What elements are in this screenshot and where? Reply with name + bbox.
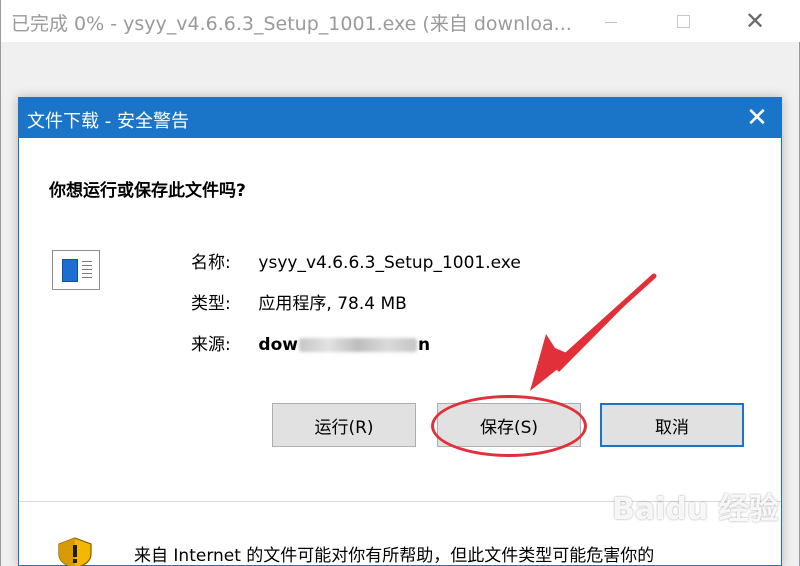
file-name-label: 名称:: [191, 253, 231, 273]
file-name-value: ysyy_v4.6.6.3_Setup_1001.exe: [258, 253, 521, 273]
outer-window-title: 已完成 0% - ysyy_v4.6.6.3_Setup_1001.exe (来…: [11, 13, 572, 35]
file-source-value-end: n: [417, 335, 431, 355]
warning-text: 来自 Internet 的文件可能对你有所帮助，但此文件类型可能危害你的: [134, 546, 655, 566]
minimize-button[interactable]: [581, 0, 641, 42]
file-name-row: 名称: ysyy_v4.6.6.3_Setup_1001.exe: [191, 248, 521, 273]
outer-titlebar: 已完成 0% - ysyy_v4.6.6.3_Setup_1001.exe (来…: [1, 0, 800, 42]
maximize-icon: [676, 14, 690, 28]
dialog-question: 你想运行或保存此文件吗?: [49, 181, 246, 201]
file-source-row: 来源: dow n: [191, 330, 430, 355]
cancel-button[interactable]: 取消: [600, 403, 744, 447]
file-type-value: 应用程序, 78.4 MB: [258, 294, 407, 314]
shield-warning-icon: [58, 537, 92, 566]
close-icon: ✕: [744, 7, 766, 35]
watermark: Baidu 经验: [612, 492, 779, 527]
run-button[interactable]: 运行(R): [272, 403, 416, 447]
file-type-label: 类型:: [191, 294, 231, 314]
file-source-value-start: dow: [258, 335, 298, 355]
maximize-button[interactable]: [653, 0, 713, 42]
close-icon: ✕: [746, 103, 768, 133]
redacted-source: [298, 338, 417, 352]
dialog-titlebar: 文件下载 - 安全警告 ✕: [19, 98, 781, 138]
file-icon: [52, 250, 100, 290]
dialog-close-button[interactable]: ✕: [733, 98, 781, 138]
file-type-row: 类型: 应用程序, 78.4 MB: [191, 289, 407, 314]
minimize-icon: [605, 21, 617, 23]
dialog-title: 文件下载 - 安全警告: [27, 111, 189, 132]
save-highlight-ellipse: [431, 395, 587, 457]
outer-close-button[interactable]: ✕: [725, 0, 785, 42]
file-source-label: 来源:: [191, 335, 231, 355]
